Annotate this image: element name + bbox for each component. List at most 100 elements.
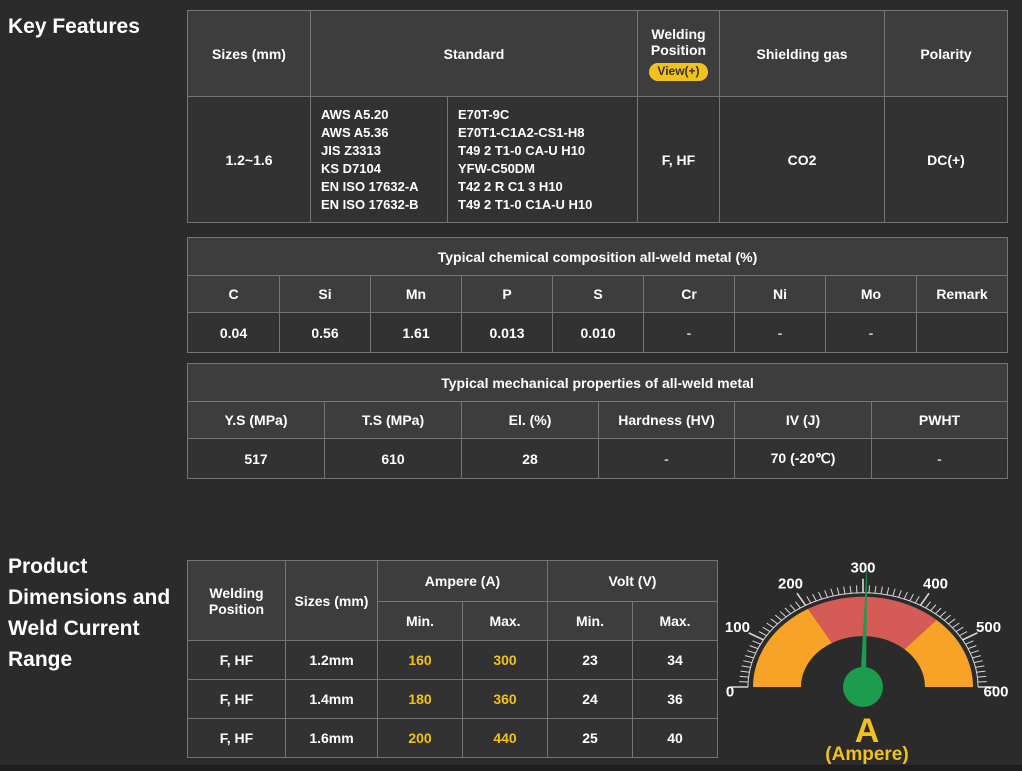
gauge-tick-label: 200 (778, 576, 803, 593)
gauge-tick (886, 587, 890, 595)
cr-welding-position: F, HF (187, 640, 286, 680)
mech-value: 70 (-20℃) (734, 438, 872, 479)
ampere-gauge: 0 100 200 300 400 500 600 (725, 560, 1009, 707)
gauge-tick (749, 645, 759, 650)
cr-volt-min: 23 (547, 640, 633, 680)
chem-value: 1.61 (370, 312, 462, 353)
chem-value: - (734, 312, 826, 353)
gauge-tick (903, 591, 908, 600)
gauge-tick (766, 622, 774, 629)
gauge-tick (972, 655, 982, 659)
gauge-tick (836, 587, 840, 595)
gauge-tick (975, 665, 985, 668)
gauge-tick (812, 593, 817, 602)
gauge-tick (874, 585, 877, 594)
kf-standards-list-b: E70T-9C E70T1-C1A2-CS1-H8 T49 2 T1-0 CA-… (447, 96, 638, 223)
gauge-tick (739, 675, 749, 678)
gauge-tick (762, 626, 771, 632)
chem-value: - (825, 312, 917, 353)
gauge-tick-label: 300 (850, 560, 875, 577)
gauge-tick (935, 607, 942, 615)
gauge-tick (976, 670, 986, 673)
cr-header-volt: Volt (V) (547, 560, 718, 602)
gauge-tick (770, 618, 778, 625)
chem-header: S (552, 275, 644, 313)
kf-standards-list-a: AWS A5.20 AWS A5.36 JIS Z3313 KS D7104 E… (310, 96, 448, 223)
kf-header-welding-position: Welding Position View(+) (637, 10, 720, 97)
gauge-tick (965, 640, 974, 645)
kf-sizes-value: 1.2~1.6 (187, 96, 311, 223)
gauge-tick (939, 611, 947, 618)
gauge-tick (977, 675, 987, 678)
gauge-tick (806, 596, 812, 604)
cr-size: 1.6mm (285, 718, 378, 758)
standard-item: T42 2 R C1 3 H10 (458, 178, 563, 194)
cr-volt-max: 34 (632, 640, 718, 680)
kf-header-sizes: Sizes (mm) (187, 10, 311, 97)
gauge-tick-label: 500 (976, 619, 1001, 636)
mech-header: T.S (MPa) (324, 401, 462, 439)
mech-value: 517 (187, 438, 325, 479)
mech-header: PWHT (870, 401, 1009, 439)
standard-item: YFW-C50DM (458, 160, 536, 176)
cr-header-max: Max. (632, 601, 718, 641)
gauge-tick (748, 632, 764, 641)
mech-header: Hardness (HV) (598, 401, 735, 439)
chemical-composition-table: Typical chemical composition all-weld me… (187, 237, 1008, 353)
gauge-tick (914, 596, 920, 604)
standard-item: EN ISO 17632-A (321, 178, 419, 194)
cr-header-sizes: Sizes (mm) (285, 560, 378, 641)
gauge-tick (747, 650, 756, 654)
cr-header-min: Min. (547, 601, 633, 641)
gauge-tick (795, 601, 801, 609)
chem-value (916, 312, 1008, 353)
gauge-tick (824, 590, 828, 598)
view-toggle-button[interactable]: View(+) (649, 63, 708, 81)
mech-value: - (870, 438, 1009, 479)
gauge-tick (909, 593, 914, 602)
gauge-tick (743, 660, 753, 664)
kf-header-standard: Standard (310, 10, 638, 97)
kf-polarity-value: DC(+) (884, 96, 1008, 223)
cr-volt-max: 40 (632, 718, 718, 758)
gauge-tick (952, 622, 960, 629)
cr-ampere-min: 180 (377, 679, 463, 719)
key-features-heading: Key Features (8, 15, 140, 38)
gauge-tick (744, 655, 754, 659)
cr-ampere-max: 440 (462, 718, 548, 758)
gauge-tick (752, 640, 761, 645)
chem-header: P (461, 275, 553, 313)
chem-header: C (187, 275, 280, 313)
mechanical-table-title: Typical mechanical properties of all-wel… (186, 363, 1009, 402)
chem-value: 0.04 (187, 312, 280, 353)
table-row: F, HF 1.2mm 160 300 23 34 (187, 640, 718, 680)
mech-value: 610 (324, 438, 462, 479)
gauge-tick-label: 400 (923, 576, 948, 593)
cr-header-ampere: Ampere (A) (377, 560, 548, 602)
product-dimensions-heading: Product Dimensions and Weld Current Rang… (8, 555, 171, 671)
gauge-tick (967, 645, 977, 650)
cr-volt-min: 25 (547, 718, 633, 758)
chem-header: Si (279, 275, 371, 313)
gauge-tick (919, 592, 930, 606)
standard-item: EN ISO 17632-B (321, 196, 419, 212)
cr-size: 1.4mm (285, 679, 378, 719)
table-row: F, HF 1.6mm 200 440 25 40 (187, 718, 718, 758)
gauge-tick (898, 590, 902, 598)
chemical-table-title: Typical chemical composition all-weld me… (187, 237, 1008, 276)
gauge-pivot (843, 667, 883, 707)
chem-value: 0.010 (552, 312, 644, 353)
cr-welding-position: F, HF (187, 718, 286, 758)
kf-header-polarity: Polarity (884, 10, 1008, 97)
gauge-tick (830, 588, 834, 597)
cr-ampere-max: 360 (462, 679, 548, 719)
gauge-tick-label: 100 (725, 619, 750, 636)
gauge-tick (892, 588, 896, 597)
gauge-tick (775, 614, 782, 621)
gauge-tick (784, 607, 791, 615)
gauge-tick-label: 600 (983, 684, 1008, 701)
gauge-tick-label: 0 (726, 684, 734, 701)
cr-header-max: Max. (462, 601, 548, 641)
cr-ampere-min: 160 (377, 640, 463, 680)
current-range-table: Welding Position Sizes (mm) Ampere (A) V… (187, 560, 718, 758)
